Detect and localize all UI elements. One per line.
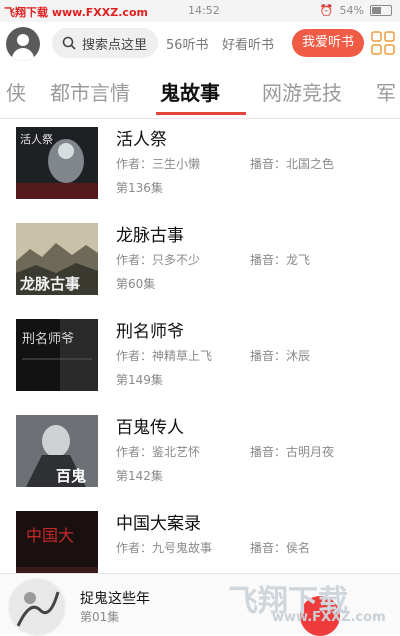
now-playing-title: 捉鬼这些年	[80, 591, 150, 607]
nav-link-haokan-tingshu[interactable]: 好看听书	[222, 34, 274, 53]
grid-menu-icon[interactable]	[371, 31, 395, 55]
cover-title-text: 龙脉古事	[19, 275, 80, 293]
cover-title-text: 刑名师爷	[22, 331, 74, 347]
book-author: 作者：三生小懒	[116, 157, 201, 171]
list-item[interactable]: 活人祭 活人祭 作者：三生小懒 播音：北国之色 第136集	[0, 119, 400, 215]
book-list: 活人祭 活人祭 作者：三生小懒 播音：北国之色 第136集 龙脉古事 龙脉古事 …	[0, 119, 400, 581]
tab-dushi-yanqing[interactable]: 都市言情	[50, 77, 130, 106]
cover-title-text: 活人祭	[20, 133, 53, 146]
search-icon	[62, 36, 76, 50]
search-placeholder: 搜索点这里	[82, 37, 148, 53]
battery-percent: 54%	[339, 4, 364, 17]
nav-link-woai-tingshu-active[interactable]: 我爱听书	[292, 29, 364, 57]
tab-xia[interactable]: 侠	[6, 77, 26, 106]
book-cover: 刑名师爷	[16, 319, 98, 391]
book-narrator: 播音：沐辰	[250, 349, 311, 363]
watermark-text: 飞翔下载 www.FXXZ.com	[4, 6, 148, 19]
active-tab-indicator	[156, 112, 246, 115]
nav-link-56tingshu[interactable]: 56听书	[166, 34, 209, 53]
now-playing-cover[interactable]	[8, 578, 66, 636]
episode-count: 第149集	[116, 373, 163, 387]
episode-count: 第136集	[116, 181, 163, 195]
book-narrator: 播音：古明月夜	[250, 445, 335, 459]
book-cover: 活人祭	[16, 127, 98, 199]
tab-guigushi[interactable]: 鬼故事	[160, 77, 220, 106]
book-author: 作者：只多不少	[116, 253, 201, 267]
category-tabs: 侠 都市言情 鬼故事 网游竞技 军	[0, 66, 400, 119]
episode-count: 第142集	[116, 469, 163, 483]
list-item[interactable]: 中国大 中国大案录 作者：九号鬼故事 播音：侯名	[0, 503, 400, 581]
clock: 14:52	[188, 4, 220, 17]
book-title: 中国大案录	[116, 514, 201, 534]
now-playing-episode: 第01集	[80, 610, 120, 624]
book-author: 作者：九号鬼故事	[116, 541, 213, 555]
search-box[interactable]: 搜索点这里	[52, 28, 158, 58]
book-narrator: 播音：侯名	[250, 541, 311, 555]
tab-jun[interactable]: 军	[376, 77, 396, 106]
book-narrator: 播音：北国之色	[250, 157, 335, 171]
book-narrator: 播音：龙飞	[250, 253, 311, 267]
list-item[interactable]: 刑名师爷 刑名师爷 作者：神精草上飞 播音：沐辰 第149集	[0, 311, 400, 407]
avatar[interactable]	[6, 27, 40, 61]
cover-title-text: 百鬼	[56, 467, 86, 485]
book-title: 活人祭	[116, 130, 167, 150]
book-author: 作者：鉴北艺怀	[116, 445, 201, 459]
battery-icon	[370, 5, 392, 16]
book-cover: 龙脉古事	[16, 223, 98, 295]
alarm-icon: ⏰	[319, 4, 334, 17]
book-title: 刑名师爷	[116, 322, 184, 342]
watermark-logo: 飞翔下载 www.FXXZ.com	[228, 576, 398, 632]
book-author: 作者：神精草上飞	[116, 349, 213, 363]
book-title: 百鬼传人	[116, 418, 184, 438]
episode-count: 第60集	[116, 277, 156, 291]
status-bar: 飞翔下载 www.FXXZ.com 14:52 ⏰ 54%	[0, 0, 400, 22]
book-title: 龙脉古事	[116, 226, 184, 246]
list-item[interactable]: 龙脉古事 龙脉古事 作者：只多不少 播音：龙飞 第60集	[0, 215, 400, 311]
mini-player[interactable]: 捉鬼这些年 第01集 飞翔下载 www.FXXZ.com	[0, 573, 400, 636]
book-cover: 百鬼	[16, 415, 98, 487]
book-cover: 中国大	[16, 511, 98, 581]
cover-title-text: 中国大	[26, 526, 74, 545]
watermark-url: www.FXXZ.com	[272, 610, 386, 625]
list-item[interactable]: 百鬼 百鬼传人 作者：鉴北艺怀 播音：古明月夜 第142集	[0, 407, 400, 503]
tab-wangyou-jingji[interactable]: 网游竞技	[262, 77, 342, 106]
top-bar: 搜索点这里 56听书 好看听书 我爱听书	[0, 22, 400, 66]
